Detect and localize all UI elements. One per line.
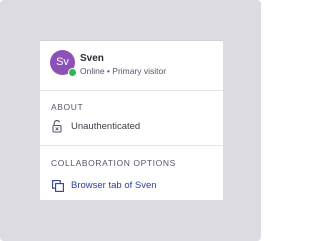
about-section-title: ABOUT [51,102,84,112]
popover-backdrop: Sv Sven Online • Primary visitor ABOUT U… [0,0,261,241]
auth-status-row: Unauthenticated [51,120,221,134]
unlocked-padlock-icon [52,120,62,133]
user-header: Sv Sven Online • Primary visitor [40,41,223,91]
user-name: Sven [80,53,104,64]
user-info-card: Sv Sven Online • Primary visitor ABOUT U… [40,40,223,200]
online-status-dot [68,68,77,77]
browser-tab-link-label[interactable]: Browser tab of Sven [71,180,157,191]
collaboration-section-title: COLLABORATION OPTIONS [51,158,176,168]
section-divider [40,145,223,146]
browser-tab-icon [52,180,64,192]
browser-tab-link[interactable]: Browser tab of Sven [51,179,221,193]
auth-status-label: Unauthenticated [71,121,141,132]
user-status: Online • Primary visitor [80,66,167,76]
